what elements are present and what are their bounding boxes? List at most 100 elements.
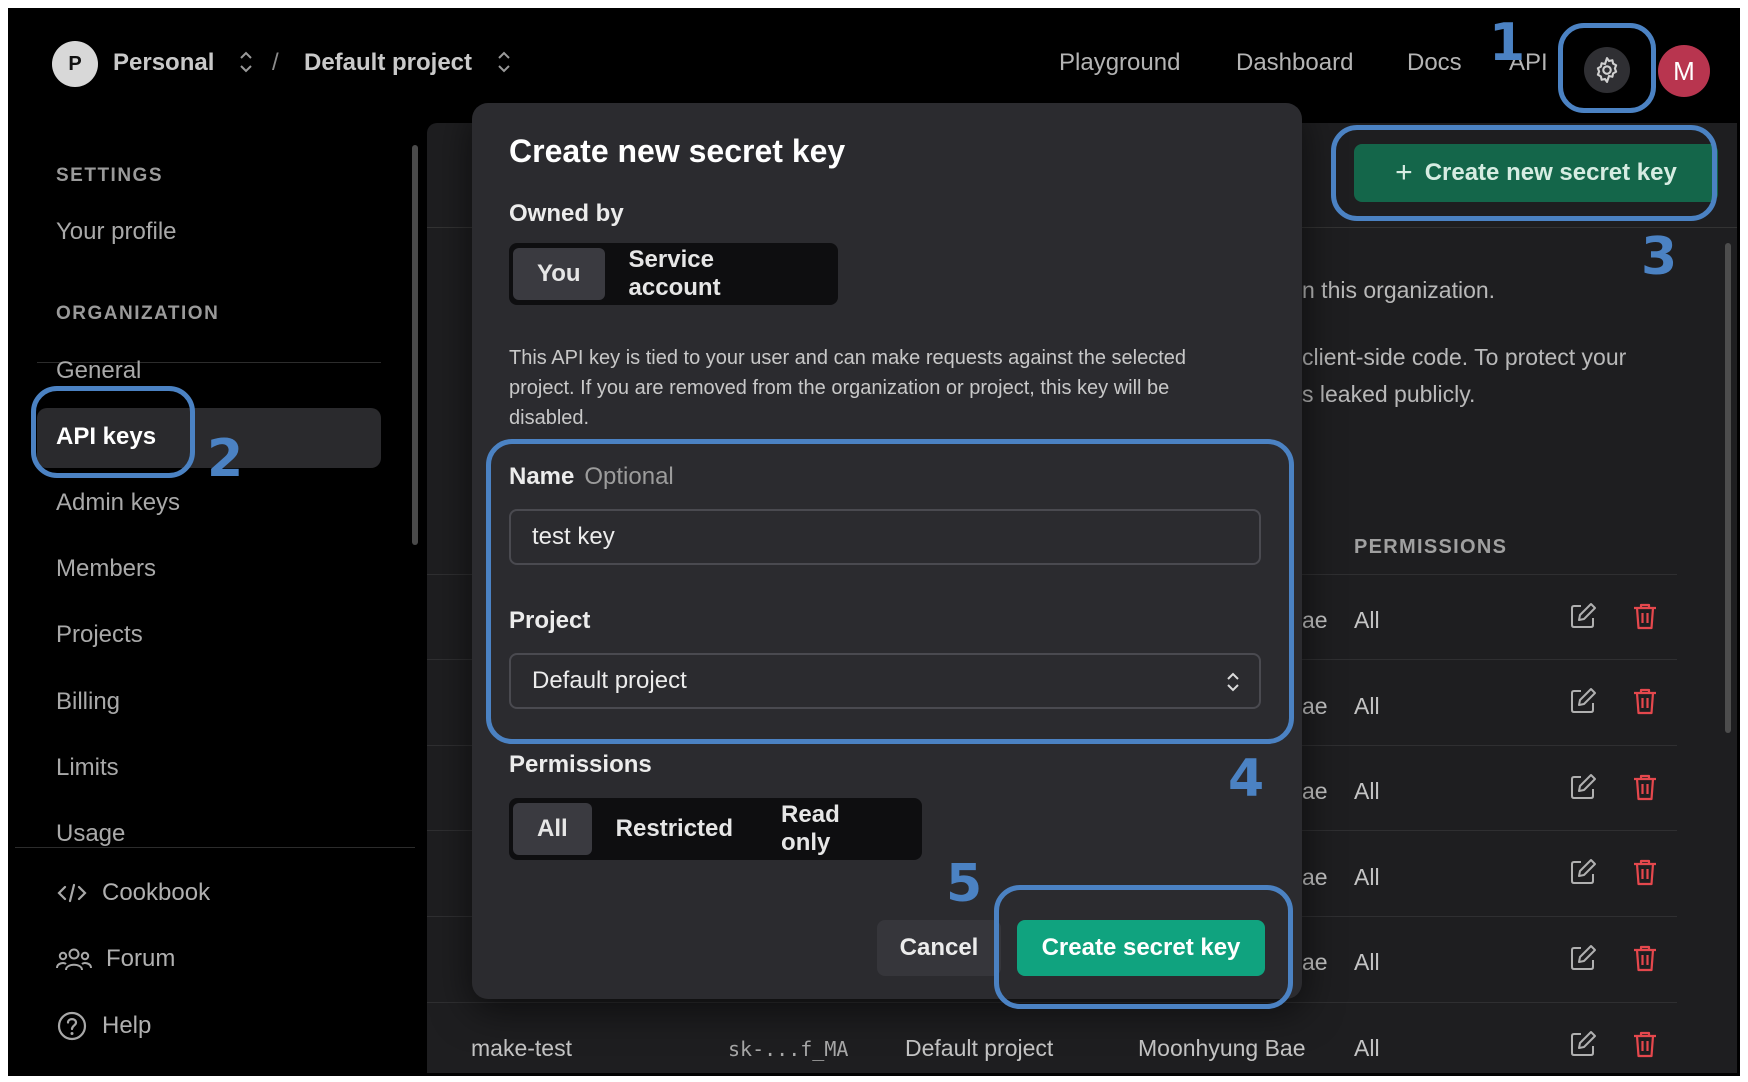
permission-cell: All — [1354, 949, 1380, 975]
sidebar-item-members[interactable]: Members — [56, 555, 156, 583]
name-label: Name Optional — [509, 463, 674, 491]
row-divider — [427, 1002, 1677, 1003]
sidebar-item-api-keys-label[interactable]: API keys — [56, 423, 156, 451]
optional-hint: Optional — [584, 463, 674, 490]
plus-icon: + — [1395, 156, 1413, 189]
settings-heading: SETTINGS — [56, 165, 164, 186]
modal-title: Create new secret key — [509, 133, 846, 169]
org-avatar[interactable]: P — [52, 41, 98, 87]
breadcrumb-separator: / — [272, 49, 279, 76]
chevron-updown-icon[interactable] — [239, 48, 253, 76]
owner-cell: Moonhyung Bae — [1138, 1035, 1306, 1061]
chevron-updown-icon — [1227, 672, 1239, 692]
user-avatar[interactable]: M — [1658, 45, 1710, 97]
edit-icon[interactable] — [1568, 601, 1598, 631]
owned-by-service-account-option[interactable]: Service account — [605, 246, 834, 301]
permission-cell: All — [1354, 864, 1380, 890]
project-select-value: Default project — [532, 667, 687, 694]
delete-icon[interactable] — [1630, 857, 1660, 887]
permission-read-only-option[interactable]: Read only — [757, 801, 918, 856]
annotation-number-4: 4 — [1228, 749, 1265, 809]
chevron-updown-icon[interactable] — [497, 48, 511, 76]
owner-cell: ae — [1302, 864, 1328, 890]
sidebar-footer-divider — [15, 847, 415, 848]
top-bar: P Personal / Default project Playground … — [15, 15, 1737, 117]
permissions-label: Permissions — [509, 751, 652, 778]
permission-restricted-option[interactable]: Restricted — [592, 803, 757, 855]
project-cell: Default project — [905, 1035, 1054, 1061]
nav-playground[interactable]: Playground — [1059, 49, 1180, 77]
help-icon — [57, 1011, 87, 1041]
delete-icon[interactable] — [1630, 686, 1660, 716]
screenshot-frame: P Personal / Default project Playground … — [8, 8, 1740, 1076]
annotation-number-1: 1 — [1489, 15, 1526, 73]
sidebar-item-usage[interactable]: Usage — [56, 820, 125, 848]
owner-cell: ae — [1302, 607, 1328, 633]
sidebar-item-projects[interactable]: Projects — [56, 621, 143, 649]
org-switcher[interactable]: Personal — [113, 49, 214, 77]
key-name-cell: make-test — [471, 1035, 572, 1061]
permission-cell: All — [1354, 693, 1380, 719]
cancel-button[interactable]: Cancel — [877, 920, 1001, 976]
sidebar: SETTINGS Your profile ORGANIZATION Gener… — [15, 117, 415, 1073]
edit-icon[interactable] — [1568, 772, 1598, 802]
secret-key-cell: sk-...f_MA — [728, 1037, 849, 1061]
name-label-text: Name — [509, 463, 575, 490]
sidebar-footer-cookbook[interactable]: Cookbook — [56, 879, 210, 907]
permissions-column-header: PERMISSIONS — [1354, 536, 1508, 558]
sidebar-item-billing[interactable]: Billing — [56, 688, 120, 716]
app-window: P Personal / Default project Playground … — [15, 15, 1737, 1073]
permissions-toggle: All Restricted Read only — [509, 798, 922, 860]
annotation-number-2: 2 — [207, 429, 244, 489]
gear-icon — [1596, 57, 1618, 83]
delete-icon[interactable] — [1630, 1029, 1660, 1059]
owned-by-description: This API key is tied to your user and ca… — [509, 347, 1187, 429]
delete-icon[interactable] — [1630, 772, 1660, 802]
sidebar-footer-forum[interactable]: Forum — [56, 945, 175, 973]
sidebar-item-admin-keys[interactable]: Admin keys — [56, 489, 180, 517]
project-switcher[interactable]: Default project — [304, 49, 472, 77]
people-icon — [56, 948, 92, 971]
owner-cell: ae — [1302, 693, 1328, 719]
delete-icon[interactable] — [1630, 943, 1660, 973]
nav-docs[interactable]: Docs — [1407, 49, 1462, 77]
sidebar-item-profile[interactable]: Your profile — [56, 218, 177, 246]
owner-cell: ae — [1302, 949, 1328, 975]
create-secret-key-modal: Create new secret key Owned by You Servi… — [472, 103, 1302, 999]
project-label: Project — [509, 607, 591, 634]
sidebar-item-limits[interactable]: Limits — [56, 754, 119, 782]
delete-icon[interactable] — [1630, 601, 1660, 631]
edit-icon[interactable] — [1568, 943, 1598, 973]
main-scrollbar[interactable] — [1725, 243, 1731, 733]
create-secret-key-button[interactable]: Create secret key — [1017, 920, 1265, 976]
edit-icon[interactable] — [1568, 1029, 1598, 1059]
annotation-number-5: 5 — [946, 854, 983, 914]
organization-heading: ORGANIZATION — [56, 303, 220, 324]
create-new-secret-key-button[interactable]: + Create new secret key — [1354, 144, 1718, 202]
sidebar-footer-help[interactable]: Help — [56, 1010, 151, 1042]
forum-label: Forum — [106, 945, 176, 972]
cookbook-label: Cookbook — [102, 879, 211, 906]
edit-icon[interactable] — [1568, 686, 1598, 716]
permission-cell: All — [1354, 607, 1380, 633]
owned-by-toggle: You Service account — [509, 243, 838, 305]
annotation-number-3: 3 — [1641, 227, 1678, 287]
project-select[interactable]: Default project — [509, 653, 1261, 709]
owned-by-label: Owned by — [509, 200, 624, 227]
edit-icon[interactable] — [1568, 857, 1598, 887]
name-input[interactable]: test key — [509, 509, 1261, 565]
intro-text-fragment: n this organization. — [1302, 277, 1496, 303]
sidebar-scrollbar[interactable] — [412, 145, 418, 545]
warning-text-fragment: client-side code. To protect your — [1302, 344, 1627, 370]
nav-dashboard[interactable]: Dashboard — [1236, 49, 1353, 77]
permission-all-option[interactable]: All — [513, 803, 592, 855]
settings-gear-button[interactable] — [1584, 47, 1630, 93]
help-label: Help — [102, 1012, 152, 1039]
permission-cell: All — [1354, 1035, 1380, 1061]
code-icon — [57, 883, 87, 903]
create-new-secret-key-label: Create new secret key — [1424, 159, 1677, 186]
owned-by-you-option[interactable]: You — [513, 248, 605, 300]
sidebar-item-general[interactable]: General — [56, 357, 141, 385]
owner-cell: ae — [1302, 778, 1328, 804]
warning-text-fragment-2: s leaked publicly. — [1302, 381, 1476, 407]
